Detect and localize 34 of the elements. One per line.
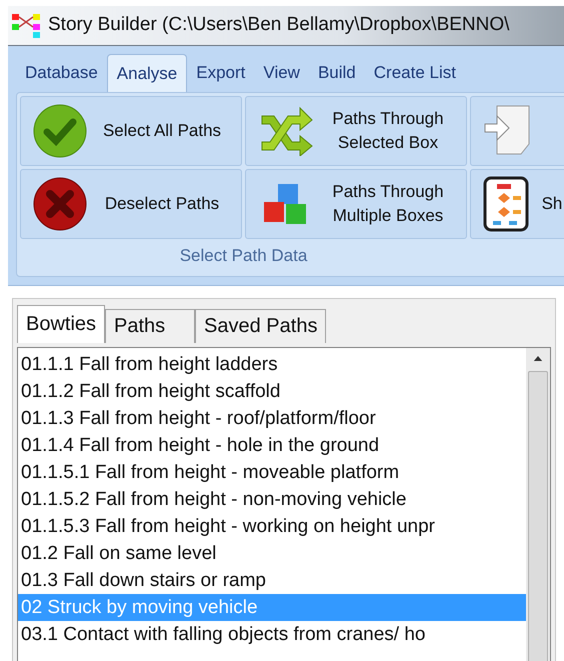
list-item[interactable]: 01.1.5.1 Fall from height - moveable platform	[18, 458, 526, 486]
ribbon-button[interactable]: Paths Through Multiple Boxes	[245, 169, 467, 239]
list-item[interactable]: 01.2 Fall on same level	[18, 540, 526, 566]
list-item[interactable]: 01.1.5.3 Fall from height - working on height unpr	[18, 512, 526, 540]
tab[interactable]: Saved Paths	[195, 308, 326, 342]
ribbon-tab[interactable]: Database	[16, 54, 107, 92]
ribbon-tab[interactable]: Build	[308, 54, 365, 92]
list-item[interactable]: 01.1.2 Fall from height scaffold	[18, 378, 526, 404]
ribbon-button[interactable]: Deselect Paths	[20, 169, 242, 239]
ribbon-button[interactable]: Select All Paths	[20, 96, 242, 166]
ribbon-button[interactable]: Sh	[470, 169, 564, 239]
app-logo-icon	[12, 14, 40, 38]
check-icon	[33, 104, 87, 158]
list-item[interactable]: 03.1 Contact with falling objects from cranes/ ho	[18, 620, 526, 648]
list-item[interactable]: 01.1.1 Fall from height ladders	[18, 350, 526, 378]
list-item[interactable]: 01.3 Fall down stairs or ramp	[18, 566, 526, 594]
ribbon-tab[interactable]: View	[254, 54, 309, 92]
scrollbar[interactable]	[526, 348, 550, 661]
tab[interactable]: Paths	[105, 308, 196, 342]
window-title: Story Builder (C:\Users\Ben Bellamy\Dropbox\BENNO\	[48, 13, 510, 38]
tab[interactable]: Bowties	[17, 304, 106, 342]
scroll-up-arrow-icon[interactable]	[533, 356, 543, 362]
ribbon-button[interactable]: Paths Through Selected Box	[245, 96, 467, 166]
ribbon-tab[interactable]: Analyse	[106, 54, 188, 92]
ribbon-button[interactable]	[470, 96, 564, 166]
ribbon-group-label: Select Path Data	[178, 245, 308, 267]
ribbon-tab[interactable]: Export	[187, 54, 254, 92]
flowchart-icon	[483, 176, 529, 232]
close-icon	[33, 177, 87, 231]
list-item[interactable]: 01.1.5.2 Fall from height - non-moving vehicle	[18, 486, 526, 512]
list-item[interactable]: 01.1.4 Fall from height - hole in the ground	[18, 432, 526, 458]
scrollbar-thumb[interactable]	[528, 371, 548, 661]
ribbon-tab[interactable]: Create List	[364, 54, 465, 92]
list-item[interactable]: 01.1.3 Fall from height - roof/platform/floor	[18, 404, 526, 432]
